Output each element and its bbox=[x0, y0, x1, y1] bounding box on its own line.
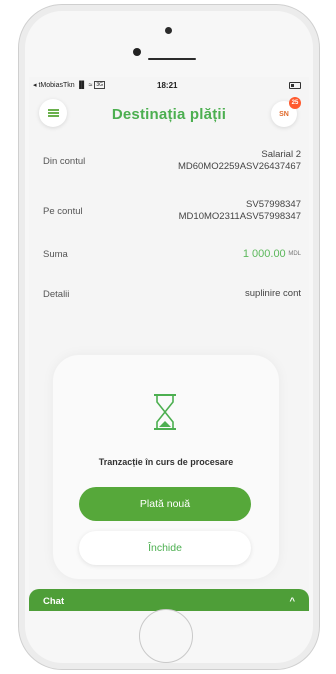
to-account-label: Pe contul bbox=[43, 205, 83, 217]
home-button[interactable] bbox=[139, 609, 193, 663]
wifi-icon: ≈ bbox=[88, 81, 93, 89]
to-account-value: SV57998347 MD10MO2311ASV57998347 bbox=[179, 199, 301, 223]
battery-icon bbox=[289, 82, 301, 89]
hamburger-icon bbox=[47, 108, 59, 119]
chat-bar[interactable]: Chat ^ bbox=[29, 589, 309, 611]
signal-icon: ▐▌ bbox=[76, 81, 87, 89]
sum-amount: 1 000.00 bbox=[242, 247, 286, 260]
phone-frame: ◂ tMobiasTkn ▐▌ ≈ 3G 18:21 Destinația pl… bbox=[18, 4, 320, 670]
details-label: Detalii bbox=[43, 288, 70, 300]
chat-label: Chat bbox=[43, 595, 65, 607]
from-account-name: Salarial 2 bbox=[261, 149, 301, 160]
transaction-status-text: Tranzacție în curs de procesare bbox=[98, 457, 234, 467]
close-button[interactable]: Închide bbox=[79, 531, 251, 565]
page-title: Destinația plății bbox=[111, 105, 227, 123]
from-account-label: Din contul bbox=[43, 155, 86, 167]
to-account-iban: MD10MO2311ASV57998347 bbox=[178, 211, 301, 222]
avatar-initials: SN bbox=[279, 110, 289, 118]
menu-button[interactable] bbox=[39, 99, 67, 127]
new-payment-button[interactable]: Plată nouă bbox=[79, 487, 251, 521]
detail-row-from: Din contul Salarial 2 MD60MO2259ASV26437… bbox=[43, 139, 301, 183]
detail-row-sum: Suma 1 000.00 MDL bbox=[43, 237, 301, 271]
front-camera bbox=[133, 48, 141, 56]
detail-row-to: Pe contul SV57998347 MD10MO2311ASV579983… bbox=[43, 189, 301, 233]
payment-details: Din contul Salarial 2 MD60MO2259ASV26437… bbox=[29, 139, 309, 311]
to-account-name: SV57998347 bbox=[246, 199, 301, 210]
clock: 18:21 bbox=[157, 80, 178, 90]
notification-badge: 25 bbox=[289, 97, 301, 109]
earpiece-speaker bbox=[148, 58, 196, 60]
carrier-name: ◂ tMobiasTkn bbox=[33, 82, 75, 89]
profile-avatar[interactable]: SN 25 bbox=[271, 97, 301, 127]
camera-dot bbox=[165, 27, 172, 34]
from-account-value: Salarial 2 MD60MO2259ASV26437467 bbox=[178, 149, 301, 173]
sum-currency: MDL bbox=[288, 250, 301, 257]
app-screen: ◂ tMobiasTkn ▐▌ ≈ 3G 18:21 Destinația pl… bbox=[29, 77, 309, 611]
network-type: 3G bbox=[94, 81, 106, 89]
status-bar: ◂ tMobiasTkn ▐▌ ≈ 3G 18:21 bbox=[29, 77, 309, 93]
page-header: Destinația plății SN 25 bbox=[29, 93, 309, 135]
sum-value: 1 000.00 MDL bbox=[243, 248, 301, 261]
details-value: suplinire cont bbox=[245, 288, 301, 299]
carrier-info: ◂ tMobiasTkn ▐▌ ≈ 3G bbox=[33, 81, 106, 89]
from-account-iban: MD60MO2259ASV26437467 bbox=[177, 161, 301, 172]
transaction-status-card: Tranzacție în curs de procesare Plată no… bbox=[53, 355, 279, 579]
detail-row-details: Detalii suplinire cont bbox=[43, 277, 301, 311]
hourglass-icon bbox=[154, 394, 176, 430]
sum-label: Suma bbox=[43, 248, 68, 260]
chevron-up-icon[interactable]: ^ bbox=[289, 596, 295, 607]
